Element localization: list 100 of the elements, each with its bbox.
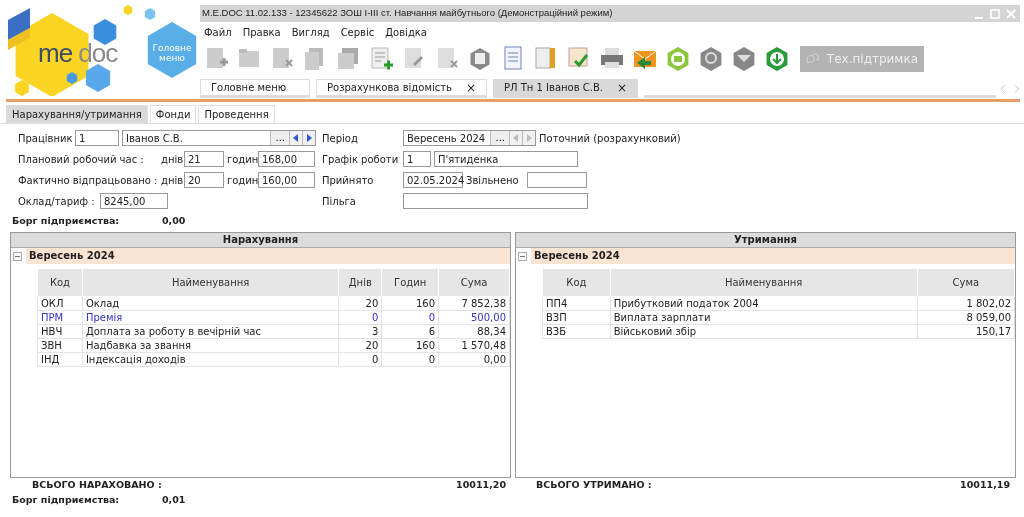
table-cell: ПП4 (542, 296, 611, 311)
table-cell: Оклад (82, 296, 339, 311)
close-icon[interactable]: × (465, 78, 476, 97)
table-cell: 8 059,00 (917, 310, 1015, 325)
table-cell: Військовий збір (610, 324, 918, 339)
table-cell: 0 (338, 310, 382, 325)
table-cell: 160 (381, 296, 439, 311)
input-field[interactable]: 8245,00 (100, 193, 168, 209)
table-cell: 0 (381, 352, 439, 367)
column-header: Код (37, 268, 83, 297)
column-header: Годин (381, 268, 439, 297)
browse-button[interactable]: ... (490, 131, 509, 145)
group-header[interactable]: Вересень 2024 (26, 248, 510, 265)
table-cell: Премія (82, 310, 339, 325)
close-icon[interactable] (1006, 8, 1016, 19)
input-field[interactable]: 168,00 (258, 151, 315, 167)
field-label: Прийнято (322, 173, 375, 188)
input-field[interactable]: 1 (403, 151, 431, 167)
window-title: M.E.DOC 11.02.133 - 12345622 ЗОШ І-ІІІ ст. Навчання майбутнього (Демонстраційний режим) (202, 6, 613, 21)
table-cell: ОКЛ (37, 296, 83, 311)
input-field[interactable] (403, 193, 588, 209)
table-cell: Доплата за роботу в вечірній час (82, 324, 339, 339)
field-label: Графік роботи (322, 152, 400, 167)
period-combo[interactable]: Вересень 2024 ... (403, 130, 536, 146)
field-label: Поточний (розрахунковий) (539, 131, 681, 146)
field-label: Оклад/тариф : (18, 194, 96, 209)
collapse-icon[interactable] (13, 251, 22, 261)
table-cell: 1 570,48 (438, 338, 510, 353)
input-field[interactable] (527, 172, 587, 188)
field-label: днів (161, 173, 181, 188)
column-header: Код (542, 268, 611, 297)
employee-combo[interactable]: Іванов С.В. ... (122, 130, 316, 146)
table-cell: 0,00 (438, 352, 510, 367)
column-header: Найменування (82, 268, 339, 297)
field-label: Працівник (18, 131, 72, 146)
document-tab[interactable]: Розрахункова відомість × (316, 79, 487, 98)
total-label: ВСЬОГО НАРАХОВАНО : (32, 478, 162, 493)
table-cell: Надбавка за звання (82, 338, 339, 353)
table-cell: 3 (338, 324, 382, 339)
column-header: Сума (917, 268, 1015, 297)
tab[interactable]: Нарахування/утримання (6, 105, 148, 123)
field-label: Пільга (322, 194, 357, 209)
collapse-icon[interactable] (518, 251, 527, 261)
column-header: Найменування (610, 268, 918, 297)
input-field[interactable]: П'ятиденка (434, 151, 578, 167)
input-field[interactable]: 02.05.2024 (403, 172, 463, 188)
table-cell: ІНД (37, 352, 83, 367)
menu-item[interactable]: Вигляд (289, 25, 332, 40)
menu-item[interactable]: Довідка (383, 25, 429, 40)
close-icon[interactable]: × (617, 78, 628, 97)
scroll-arrows-icon[interactable] (1000, 84, 1020, 94)
document-tab[interactable]: РЛ Тн 1 Іванов С.В. × (493, 79, 639, 98)
table-cell: Виплата зарплати (610, 310, 918, 325)
field-label: Період (322, 131, 359, 146)
table-cell: 6 (381, 324, 439, 339)
column-header: Сума (438, 268, 510, 297)
total-value: 10011,19 (960, 478, 1010, 493)
table-cell: 1 802,02 (917, 296, 1015, 311)
tab[interactable]: Фонди (149, 105, 197, 123)
input-field[interactable]: 21 (184, 151, 224, 167)
input-field[interactable]: 20 (184, 172, 224, 188)
input-field[interactable]: 160,00 (258, 172, 315, 188)
tab[interactable]: Проведення (198, 105, 275, 123)
table-cell: ВЗП (542, 310, 611, 325)
group-header[interactable]: Вересень 2024 (531, 248, 1015, 265)
menu-item[interactable]: Правка (240, 25, 283, 40)
menu-item[interactable]: Сервіс (338, 25, 377, 40)
menu-item[interactable]: Файл (202, 25, 234, 40)
panel-title: Нарахування (11, 233, 510, 249)
maximize-icon[interactable] (990, 8, 1000, 19)
table-cell: 7 852,38 (438, 296, 510, 311)
column-header: Днів (338, 268, 382, 297)
debt-label: Борг підприємства: (12, 214, 121, 228)
table-cell: 500,00 (438, 310, 510, 325)
field-label: Фактично відпрацьовано : (18, 173, 158, 188)
table-cell: ЗВН (37, 338, 83, 353)
debt-label: Борг підприємства: (12, 492, 121, 507)
total-value: 10011,20 (456, 478, 506, 493)
table-cell: ВЗБ (542, 324, 611, 339)
table-cell: Індексація доходів (82, 352, 339, 367)
panel-title: Утримання (516, 233, 1015, 249)
document-tab[interactable]: Головне меню (200, 79, 310, 98)
table-cell: 150,17 (917, 324, 1015, 339)
table-cell: ПРМ (37, 310, 83, 325)
browse-button[interactable]: ... (270, 131, 289, 145)
total-label: ВСЬОГО УТРИМАНО : (536, 478, 652, 493)
table-cell: 0 (338, 352, 382, 367)
table-cell: 88,34 (438, 324, 510, 339)
table-cell: 20 (338, 296, 382, 311)
field-label: днів (161, 152, 181, 167)
table-cell: 20 (338, 338, 382, 353)
table-cell: Прибутковий податок 2004 (610, 296, 918, 311)
table-cell: 0 (381, 310, 439, 325)
field-label: Звільнено (466, 173, 520, 188)
debt-value: 0,01 (162, 492, 186, 507)
field-label: Плановий робочий час : (18, 152, 145, 167)
table-cell: НВЧ (37, 324, 83, 339)
input-field[interactable]: 1 (75, 130, 119, 146)
table-cell: 160 (381, 338, 439, 353)
debt-value: 0,00 (162, 214, 186, 228)
